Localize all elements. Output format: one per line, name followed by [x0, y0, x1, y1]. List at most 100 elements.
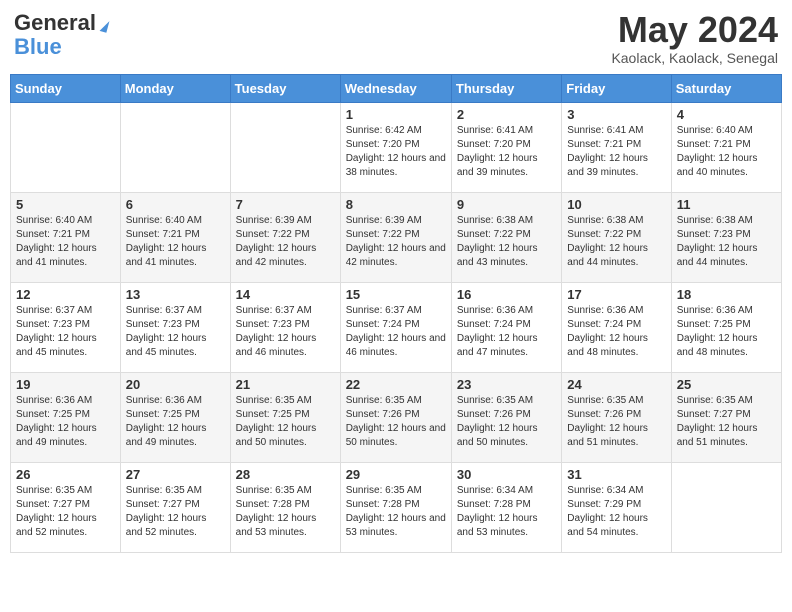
day-number: 17	[567, 287, 665, 302]
day-number: 18	[677, 287, 776, 302]
day-info: Sunrise: 6:36 AMSunset: 7:25 PMDaylight:…	[677, 304, 776, 360]
calendar-cell: 17 Sunrise: 6:36 AMSunset: 7:24 PMDayligh…	[562, 282, 671, 372]
day-number: 21	[236, 377, 335, 392]
calendar-cell	[671, 462, 781, 552]
day-number: 16	[457, 287, 556, 302]
calendar-cell: 4 Sunrise: 6:40 AMSunset: 7:21 PMDaylight…	[671, 102, 781, 192]
day-number: 30	[457, 467, 556, 482]
day-info: Sunrise: 6:40 AMSunset: 7:21 PMDaylight:…	[677, 124, 776, 180]
day-info: Sunrise: 6:41 AMSunset: 7:20 PMDaylight:…	[457, 124, 556, 180]
calendar-cell: 23 Sunrise: 6:35 AMSunset: 7:26 PMDayligh…	[451, 372, 561, 462]
day-info: Sunrise: 6:35 AMSunset: 7:26 PMDaylight:…	[457, 394, 556, 450]
day-number: 20	[126, 377, 225, 392]
calendar-cell: 21 Sunrise: 6:35 AMSunset: 7:25 PMDayligh…	[230, 372, 340, 462]
day-info: Sunrise: 6:38 AMSunset: 7:22 PMDaylight:…	[457, 214, 556, 270]
calendar-cell: 26 Sunrise: 6:35 AMSunset: 7:27 PMDayligh…	[11, 462, 121, 552]
day-number: 13	[126, 287, 225, 302]
day-number: 22	[346, 377, 446, 392]
calendar-cell	[120, 102, 230, 192]
day-number: 29	[346, 467, 446, 482]
day-number: 24	[567, 377, 665, 392]
day-number: 25	[677, 377, 776, 392]
logo: General Blue	[14, 10, 108, 60]
calendar-cell: 16 Sunrise: 6:36 AMSunset: 7:24 PMDayligh…	[451, 282, 561, 372]
weekday-header-sunday: Sunday	[11, 74, 121, 102]
calendar-cell: 20 Sunrise: 6:36 AMSunset: 7:25 PMDayligh…	[120, 372, 230, 462]
day-info: Sunrise: 6:37 AMSunset: 7:23 PMDaylight:…	[16, 304, 115, 360]
day-info: Sunrise: 6:37 AMSunset: 7:23 PMDaylight:…	[126, 304, 225, 360]
day-info: Sunrise: 6:36 AMSunset: 7:25 PMDaylight:…	[126, 394, 225, 450]
day-number: 19	[16, 377, 115, 392]
day-info: Sunrise: 6:40 AMSunset: 7:21 PMDaylight:…	[16, 214, 115, 270]
day-number: 9	[457, 197, 556, 212]
weekday-header-row: SundayMondayTuesdayWednesdayThursdayFrid…	[11, 74, 782, 102]
calendar-week-5: 26 Sunrise: 6:35 AMSunset: 7:27 PMDayligh…	[11, 462, 782, 552]
calendar-cell: 18 Sunrise: 6:36 AMSunset: 7:25 PMDayligh…	[671, 282, 781, 372]
day-info: Sunrise: 6:35 AMSunset: 7:27 PMDaylight:…	[126, 484, 225, 540]
calendar-cell: 1Sunrise: 6:42 AMSunset: 7:20 PMDaylight…	[340, 102, 451, 192]
weekday-header-saturday: Saturday	[671, 74, 781, 102]
calendar-cell	[11, 102, 121, 192]
calendar-cell: 6 Sunrise: 6:40 AMSunset: 7:21 PMDaylight…	[120, 192, 230, 282]
title-area: May 2024 Kaolack, Kaolack, Senegal	[611, 10, 778, 66]
day-number: 26	[16, 467, 115, 482]
calendar-cell: 7 Sunrise: 6:39 AMSunset: 7:22 PMDaylight…	[230, 192, 340, 282]
day-number: 7	[236, 197, 335, 212]
calendar-location: Kaolack, Kaolack, Senegal	[611, 50, 778, 66]
day-info: Sunrise: 6:38 AMSunset: 7:22 PMDaylight:…	[567, 214, 665, 270]
day-info: Sunrise: 6:35 AMSunset: 7:25 PMDaylight:…	[236, 394, 335, 450]
calendar-cell: 2 Sunrise: 6:41 AMSunset: 7:20 PMDaylight…	[451, 102, 561, 192]
day-info: Sunrise: 6:35 AMSunset: 7:26 PMDaylight:…	[346, 394, 446, 450]
calendar-cell: 8Sunrise: 6:39 AMSunset: 7:22 PMDaylight…	[340, 192, 451, 282]
weekday-header-monday: Monday	[120, 74, 230, 102]
calendar-cell: 27 Sunrise: 6:35 AMSunset: 7:27 PMDayligh…	[120, 462, 230, 552]
day-info: Sunrise: 6:35 AMSunset: 7:27 PMDaylight:…	[16, 484, 115, 540]
day-info: Sunrise: 6:39 AMSunset: 7:22 PMDaylight:…	[236, 214, 335, 270]
day-info: Sunrise: 6:38 AMSunset: 7:23 PMDaylight:…	[677, 214, 776, 270]
day-number: 10	[567, 197, 665, 212]
day-info: Sunrise: 6:36 AMSunset: 7:24 PMDaylight:…	[567, 304, 665, 360]
day-number: 4	[677, 107, 776, 122]
day-number: 31	[567, 467, 665, 482]
calendar-cell: 9 Sunrise: 6:38 AMSunset: 7:22 PMDaylight…	[451, 192, 561, 282]
calendar-cell: 29 Sunrise: 6:35 AMSunset: 7:28 PMDayligh…	[340, 462, 451, 552]
calendar-cell: 12 Sunrise: 6:37 AMSunset: 7:23 PMDayligh…	[11, 282, 121, 372]
day-number: 5	[16, 197, 115, 212]
day-number: 27	[126, 467, 225, 482]
calendar-title: May 2024	[611, 10, 778, 50]
day-number: 3	[567, 107, 665, 122]
day-info: Sunrise: 6:35 AMSunset: 7:28 PMDaylight:…	[236, 484, 335, 540]
weekday-header-thursday: Thursday	[451, 74, 561, 102]
calendar-cell: 11 Sunrise: 6:38 AMSunset: 7:23 PMDayligh…	[671, 192, 781, 282]
day-number: 1	[346, 107, 446, 122]
day-number: 6	[126, 197, 225, 212]
calendar-week-4: 19 Sunrise: 6:36 AMSunset: 7:25 PMDayligh…	[11, 372, 782, 462]
logo-general-text: General	[14, 10, 96, 35]
calendar-cell: 10 Sunrise: 6:38 AMSunset: 7:22 PMDayligh…	[562, 192, 671, 282]
calendar-cell: 22 Sunrise: 6:35 AMSunset: 7:26 PMDayligh…	[340, 372, 451, 462]
calendar-cell: 15Sunrise: 6:37 AMSunset: 7:24 PMDayligh…	[340, 282, 451, 372]
day-info: Sunrise: 6:36 AMSunset: 7:24 PMDaylight:…	[457, 304, 556, 360]
calendar-cell: 24 Sunrise: 6:35 AMSunset: 7:26 PMDayligh…	[562, 372, 671, 462]
day-info: Sunrise: 6:34 AMSunset: 7:29 PMDaylight:…	[567, 484, 665, 540]
day-info: Sunrise: 6:40 AMSunset: 7:21 PMDaylight:…	[126, 214, 225, 270]
weekday-header-tuesday: Tuesday	[230, 74, 340, 102]
day-info: Sunrise: 6:35 AMSunset: 7:26 PMDaylight:…	[567, 394, 665, 450]
weekday-header-friday: Friday	[562, 74, 671, 102]
day-number: 23	[457, 377, 556, 392]
day-info: Sunrise: 6:37 AMSunset: 7:23 PMDaylight:…	[236, 304, 335, 360]
day-info: Sunrise: 6:35 AMSunset: 7:28 PMDaylight:…	[346, 484, 446, 540]
calendar-cell: 25 Sunrise: 6:35 AMSunset: 7:27 PMDayligh…	[671, 372, 781, 462]
day-number: 2	[457, 107, 556, 122]
logo-icon	[100, 19, 110, 32]
calendar-cell: 3Sunrise: 6:41 AMSunset: 7:21 PMDaylight…	[562, 102, 671, 192]
day-info: Sunrise: 6:36 AMSunset: 7:25 PMDaylight:…	[16, 394, 115, 450]
day-number: 12	[16, 287, 115, 302]
weekday-header-wednesday: Wednesday	[340, 74, 451, 102]
calendar-week-2: 5 Sunrise: 6:40 AMSunset: 7:21 PMDaylight…	[11, 192, 782, 282]
calendar-cell: 19 Sunrise: 6:36 AMSunset: 7:25 PMDayligh…	[11, 372, 121, 462]
calendar-cell: 14Sunrise: 6:37 AMSunset: 7:23 PMDayligh…	[230, 282, 340, 372]
day-info: Sunrise: 6:35 AMSunset: 7:27 PMDaylight:…	[677, 394, 776, 450]
day-number: 11	[677, 197, 776, 212]
day-number: 8	[346, 197, 446, 212]
